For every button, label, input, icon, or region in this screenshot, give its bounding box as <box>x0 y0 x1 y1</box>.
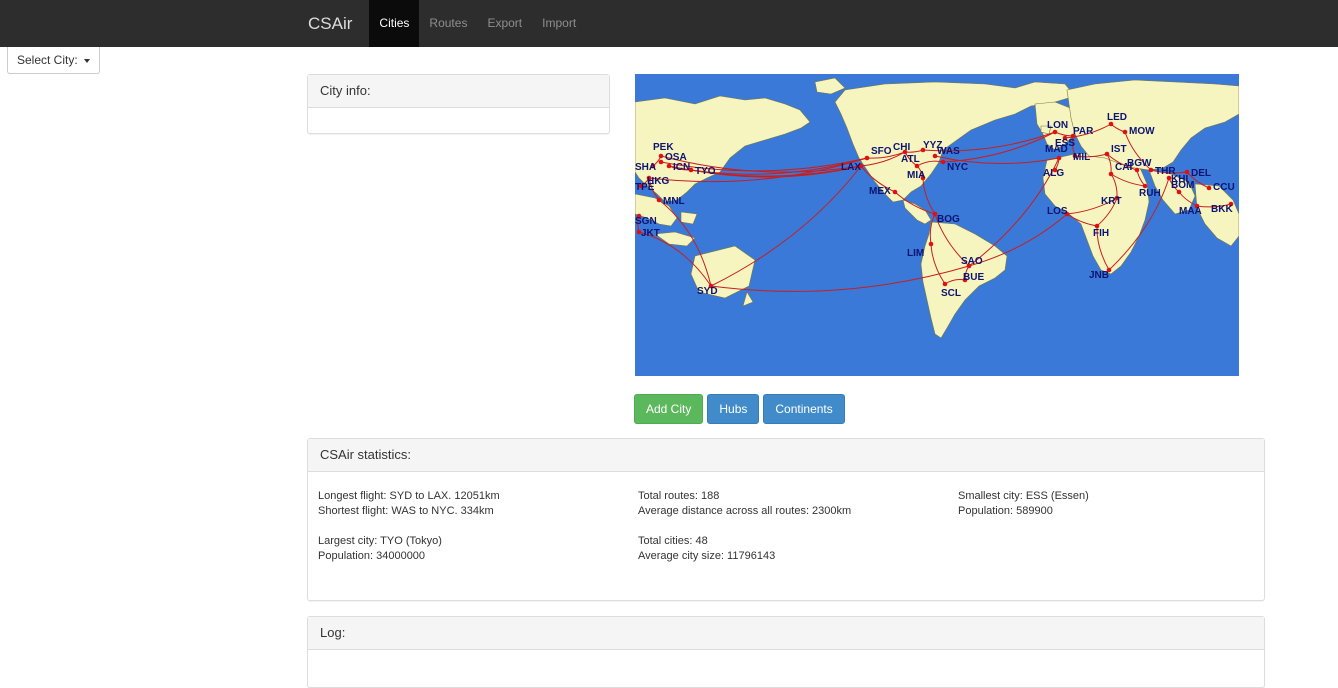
city-label-bgw[interactable]: BGW <box>1127 158 1152 169</box>
city-marker-osa[interactable] <box>658 159 664 165</box>
city-label-mad[interactable]: MAD <box>1045 144 1068 155</box>
city-label-was[interactable]: WAS <box>937 146 960 157</box>
average-distance: Average distance across all routes: 2300… <box>638 505 852 517</box>
city-marker-del[interactable] <box>1184 169 1190 175</box>
city-label-mia[interactable]: MIA <box>907 170 925 181</box>
city-label-tpe[interactable]: TPE <box>635 182 655 193</box>
stats-column-1: Longest flight: SYD to LAX. 12051km Shor… <box>318 489 500 579</box>
city-label-nyc[interactable]: NYC <box>947 162 968 173</box>
tab-cities[interactable]: Cities <box>369 0 420 47</box>
top-navbar: CSAir Cities Routes Export Import <box>0 0 1338 47</box>
select-city-label: Select City: <box>17 53 78 67</box>
city-label-mex[interactable]: MEX <box>869 186 891 197</box>
city-label-led[interactable]: LED <box>1107 112 1127 123</box>
city-label-jkt[interactable]: JKT <box>641 228 660 239</box>
select-city-dropdown[interactable]: Select City: <box>7 47 101 74</box>
add-city-button[interactable]: Add City <box>634 394 704 424</box>
tab-export[interactable]: Export <box>477 0 532 47</box>
city-label-ruh[interactable]: RUH <box>1139 188 1161 199</box>
smallest-city-population: Population: 589900 <box>958 505 1053 517</box>
city-label-lax[interactable]: LAX <box>841 162 861 173</box>
city-info-panel: City info: <box>307 74 610 134</box>
log-panel: Log: <box>307 616 1265 688</box>
city-marker-cai[interactable] <box>1108 171 1114 177</box>
stats-column-2: Total routes: 188 Average distance acros… <box>638 489 851 579</box>
largest-city-population: Population: 34000000 <box>318 550 426 562</box>
city-marker-mow[interactable] <box>1122 129 1128 135</box>
shortest-flight: Shortest flight: WAS to NYC. 334km <box>318 505 494 517</box>
city-marker-ist[interactable] <box>1104 151 1110 157</box>
city-marker-mad[interactable] <box>1056 155 1062 161</box>
map-controls: Add City Hubs Continents <box>634 394 845 424</box>
city-info-title: City info: <box>308 75 609 108</box>
city-label-maa[interactable]: MAA <box>1179 206 1202 217</box>
city-label-bkk[interactable]: BKK <box>1211 204 1233 215</box>
city-marker-sfo[interactable] <box>864 155 870 161</box>
city-marker-pek[interactable] <box>658 153 664 159</box>
world-map[interactable]: PEK OSA SHA ICN TYO HKG TPE MNL SGN JKT SYD LAX SFO C… <box>635 74 1239 376</box>
city-marker-icn[interactable] <box>666 163 672 169</box>
longest-flight: Longest flight: SYD to LAX. 12051km <box>318 490 500 502</box>
city-label-ccu[interactable]: CCU <box>1213 182 1235 193</box>
city-label-par[interactable]: PAR <box>1073 126 1094 137</box>
city-label-sha[interactable]: SHA <box>635 162 656 173</box>
city-label-mil[interactable]: MIL <box>1073 152 1090 163</box>
city-label-atl[interactable]: ATL <box>901 154 920 165</box>
city-marker-scl[interactable] <box>942 281 948 287</box>
city-label-fih[interactable]: FIH <box>1093 228 1109 239</box>
city-marker-nyc[interactable] <box>940 159 946 165</box>
city-label-sfo[interactable]: SFO <box>871 146 892 157</box>
city-label-sao[interactable]: SAO <box>961 256 983 267</box>
city-marker-tyo[interactable] <box>688 167 694 173</box>
city-label-lim[interactable]: LIM <box>907 248 924 259</box>
city-label-syd[interactable]: SYD <box>697 286 718 297</box>
hubs-button[interactable]: Hubs <box>707 394 760 424</box>
tab-routes[interactable]: Routes <box>419 0 477 47</box>
caret-down-icon <box>84 58 91 63</box>
total-cities: Total cities: 48 <box>638 535 708 547</box>
city-label-del[interactable]: DEL <box>1191 168 1211 179</box>
city-label-jnb[interactable]: JNB <box>1089 270 1109 281</box>
city-marker-mex[interactable] <box>892 189 898 195</box>
statistics-panel: CSAir statistics: Longest flight: SYD to… <box>307 438 1265 601</box>
total-routes: Total routes: 188 <box>638 490 720 502</box>
city-label-icn[interactable]: ICN <box>673 162 690 173</box>
smallest-city: Smallest city: ESS (Essen) <box>958 490 1089 502</box>
average-city-size: Average city size: 11796143 <box>638 550 776 562</box>
city-label-scl[interactable]: SCL <box>941 288 961 299</box>
city-label-ist[interactable]: IST <box>1111 144 1127 155</box>
city-label-bue[interactable]: BUE <box>963 272 984 283</box>
city-label-lon[interactable]: LON <box>1047 120 1068 131</box>
city-marker-lim[interactable] <box>928 241 934 247</box>
brand-logo[interactable]: CSAir <box>308 14 352 34</box>
log-title: Log: <box>308 617 1264 650</box>
city-label-alg[interactable]: ALG <box>1043 168 1064 179</box>
city-label-tyo[interactable]: TYO <box>695 166 716 177</box>
city-marker-mnl[interactable] <box>656 197 662 203</box>
city-label-mow[interactable]: MOW <box>1129 126 1155 137</box>
tab-import[interactable]: Import <box>532 0 586 47</box>
city-label-chi[interactable]: CHI <box>893 142 910 153</box>
city-label-mnl[interactable]: MNL <box>663 196 685 207</box>
continents-button[interactable]: Continents <box>763 394 845 424</box>
world-map-svg: PEKOSASHA ICN TYOHKGTPEMNLSGNJKTSYDLAXSFO C… <box>635 74 1239 376</box>
city-label-krt[interactable]: KRT <box>1101 196 1122 207</box>
stats-column-3: Smallest city: ESS (Essen) Population: 5… <box>958 489 1089 534</box>
city-marker-ccu[interactable] <box>1206 185 1212 191</box>
city-label-los[interactable]: LOS <box>1047 206 1068 217</box>
city-label-bom[interactable]: BOM <box>1171 180 1194 191</box>
statistics-title: CSAir statistics: <box>308 439 1264 472</box>
city-marker-thr[interactable] <box>1148 167 1154 173</box>
city-label-sgn[interactable]: SGN <box>635 216 657 227</box>
nav: CSAir Cities Routes Export Import <box>308 0 586 47</box>
largest-city: Largest city: TYO (Tokyo) <box>318 535 442 547</box>
city-label-bog[interactable]: BOG <box>937 214 960 225</box>
